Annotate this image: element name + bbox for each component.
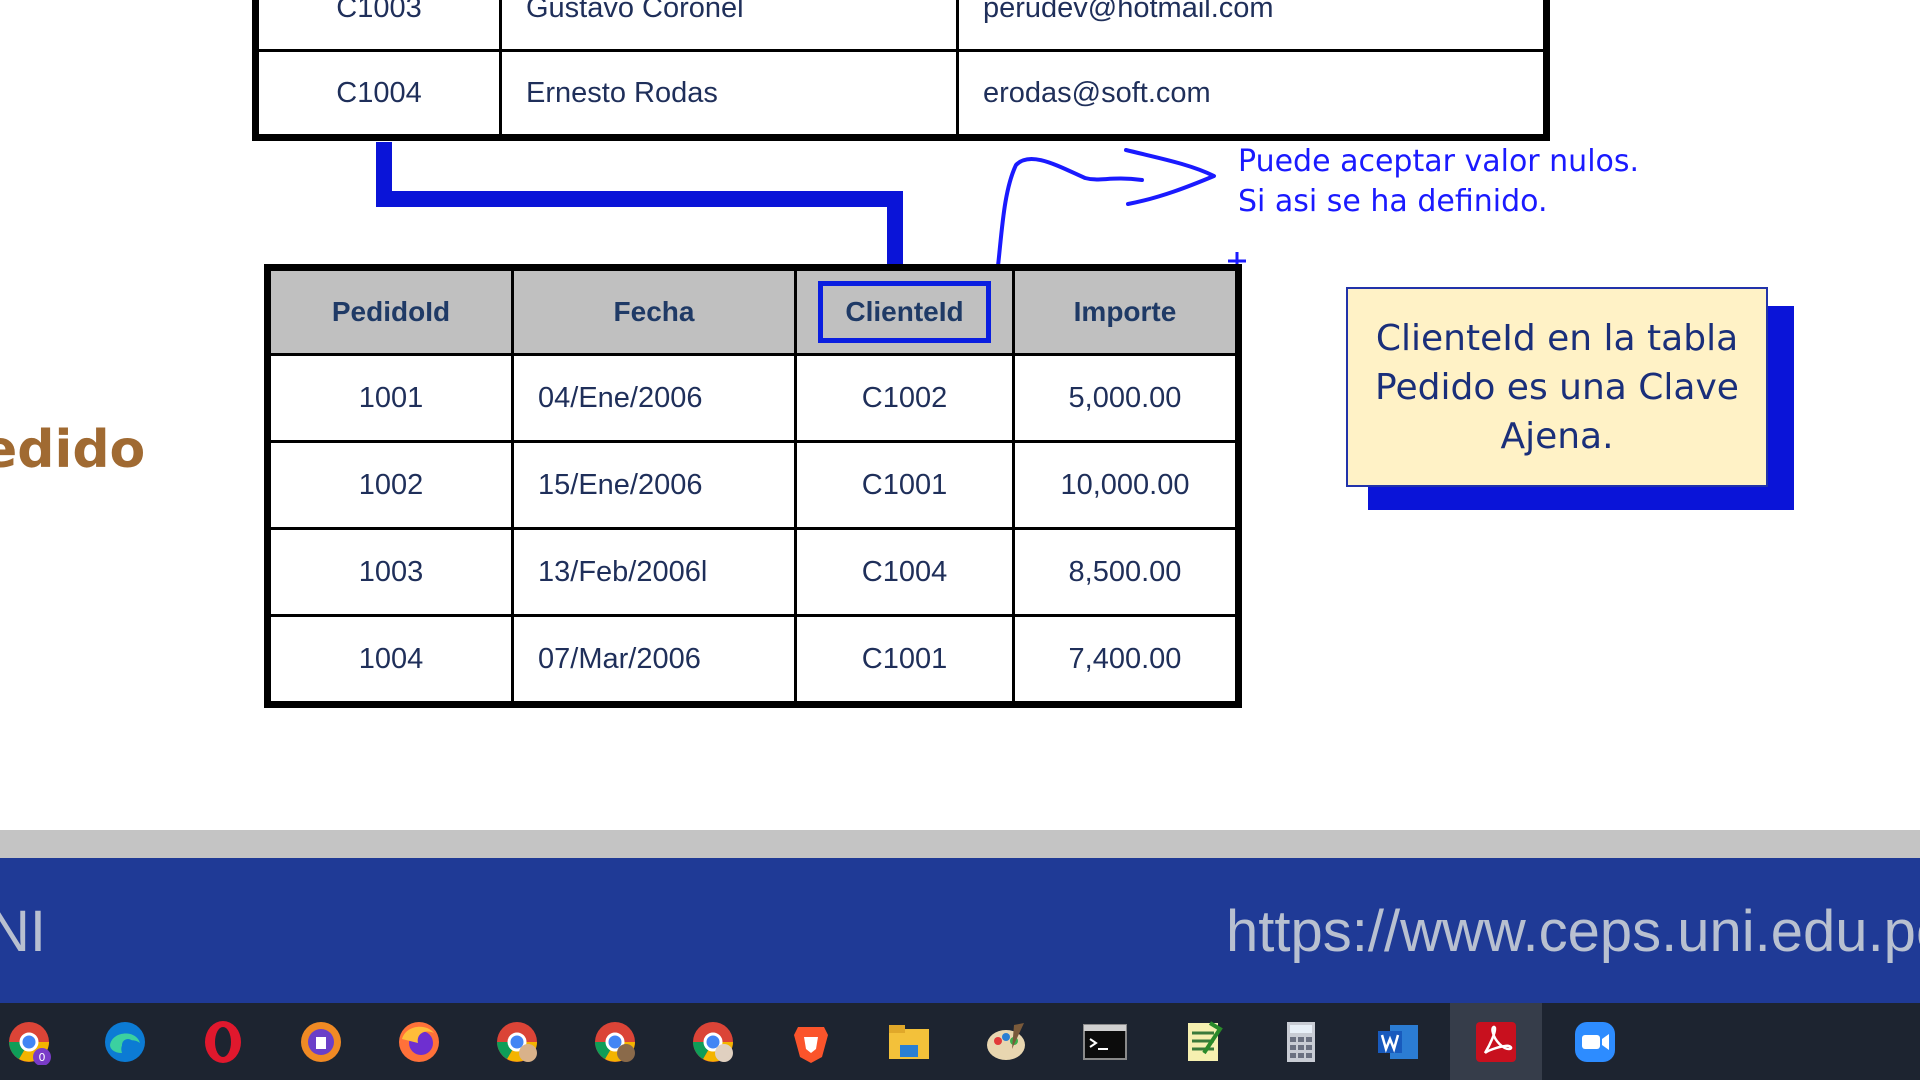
taskbar bbox=[0, 1003, 1920, 1080]
table-row: 1002 15/Ene/2006 C1001 10,000.00 bbox=[266, 440, 1240, 530]
zoom-icon[interactable] bbox=[1572, 1019, 1618, 1065]
taskbar-badge: 0 bbox=[39, 1051, 46, 1064]
fecha-cell: 04/Ene/2006 bbox=[511, 353, 797, 443]
calculator-icon[interactable] bbox=[1278, 1019, 1324, 1065]
foreign-key-callout: ClienteId en la tabla Pedido es una Clav… bbox=[1346, 287, 1768, 487]
importe-cell: 7,400.00 bbox=[1012, 614, 1240, 706]
fecha-cell: 13/Feb/2006l bbox=[511, 527, 797, 617]
notepad-icon[interactable] bbox=[1180, 1019, 1226, 1065]
word-icon[interactable] bbox=[1376, 1019, 1422, 1065]
footer-url[interactable]: https://www.ceps.uni.edu.pe bbox=[1226, 898, 1920, 965]
column-header-pedidoid: PedidoId bbox=[266, 266, 514, 356]
pedido-id-cell: 1001 bbox=[266, 353, 514, 443]
table-header-row: PedidoId Fecha ClienteId Importe bbox=[266, 266, 1240, 356]
table-row: 1001 04/Ene/2006 C1002 5,000.00 bbox=[266, 353, 1240, 443]
cliente-id-cell: C1001 bbox=[794, 440, 1015, 530]
acrobat-icon[interactable] bbox=[1473, 1019, 1519, 1065]
cliente-id-cell: C1004 bbox=[794, 527, 1015, 617]
null-annotation: Puede aceptar valor nulos. Si asi se ha … bbox=[1238, 142, 1639, 222]
column-header-importe: Importe bbox=[1012, 266, 1240, 356]
column-header-clienteid: ClienteId bbox=[794, 266, 1015, 356]
chrome-user-icon[interactable] bbox=[592, 1019, 638, 1065]
chrome-user2-icon[interactable] bbox=[690, 1019, 736, 1065]
chrome-icon[interactable] bbox=[494, 1019, 540, 1065]
cliente-id-cell: C1001 bbox=[794, 614, 1015, 706]
file-explorer-icon[interactable] bbox=[886, 1019, 932, 1065]
column-header-fecha: Fecha bbox=[511, 266, 797, 356]
annotation-line-1: Puede aceptar valor nulos. bbox=[1238, 144, 1640, 179]
table-row: 1004 07/Mar/2006 C1001 7,400.00 bbox=[266, 614, 1240, 706]
table-row: 1003 13/Feb/2006l C1004 8,500.00 bbox=[266, 527, 1240, 617]
avast-browser-icon[interactable] bbox=[298, 1019, 344, 1065]
fecha-cell: 07/Mar/2006 bbox=[511, 614, 797, 706]
pedido-id-cell: 1004 bbox=[266, 614, 514, 706]
importe-cell: 5,000.00 bbox=[1012, 353, 1240, 443]
importe-cell: 10,000.00 bbox=[1012, 440, 1240, 530]
handdrawn-arrow bbox=[996, 148, 1216, 268]
annotation-line-2: Si asi se ha definido. bbox=[1238, 184, 1548, 219]
clienteid-highlight-box: ClienteId bbox=[818, 281, 991, 343]
pedido-id-cell: 1003 bbox=[266, 527, 514, 617]
importe-cell: 8,500.00 bbox=[1012, 527, 1240, 617]
fecha-cell: 15/Ene/2006 bbox=[511, 440, 797, 530]
pedido-table: PedidoId Fecha ClienteId Importe 1001 04… bbox=[264, 264, 1242, 708]
foreign-key-connector-line bbox=[376, 142, 903, 264]
footer-left-text: NI bbox=[0, 899, 46, 964]
table-title-pedido: edido bbox=[0, 420, 146, 480]
edge-icon[interactable] bbox=[102, 1019, 148, 1065]
chrome-profile-icon[interactable]: 0 bbox=[6, 1019, 52, 1065]
footer-divider bbox=[0, 830, 1920, 858]
firefox-icon[interactable] bbox=[396, 1019, 442, 1065]
paint-icon[interactable] bbox=[984, 1019, 1030, 1065]
opera-icon[interactable] bbox=[200, 1019, 246, 1065]
terminal-icon[interactable] bbox=[1082, 1019, 1128, 1065]
pedido-id-cell: 1002 bbox=[266, 440, 514, 530]
brave-icon[interactable] bbox=[788, 1019, 834, 1065]
cliente-id-cell: C1002 bbox=[794, 353, 1015, 443]
